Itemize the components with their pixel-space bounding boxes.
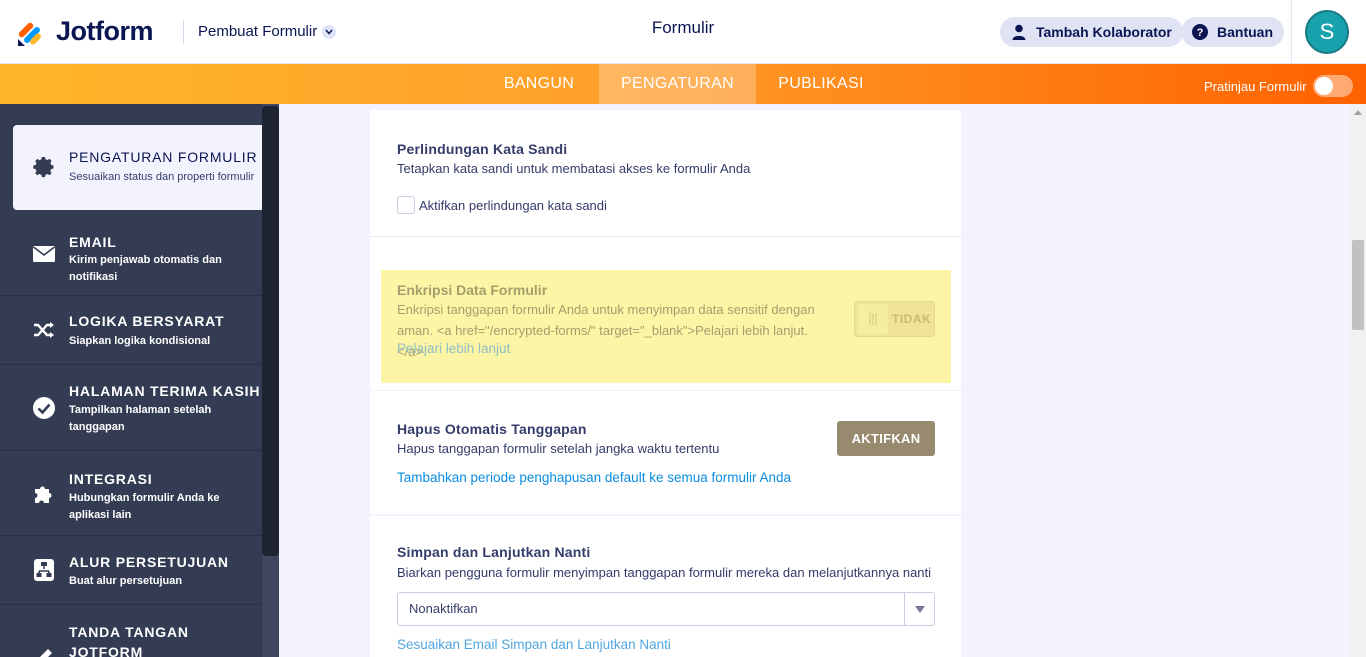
save-continue-title: Simpan dan Lanjutkan Nanti	[397, 544, 591, 560]
password-title: Perlindungan Kata Sandi	[397, 141, 568, 157]
page-scrollbar-thumb[interactable]	[1352, 240, 1364, 330]
sidebar-item-title: PENGATURAN FORMULIR	[69, 149, 258, 165]
customize-email-link[interactable]: Sesuaikan Email Simpan dan Lanjutkan Nan…	[397, 637, 671, 652]
jotform-logo[interactable]: Jotform	[16, 16, 154, 47]
select-value: Nonaktifkan	[409, 601, 478, 616]
sidebar-item-subtitle: Siapkan logika kondisional	[69, 335, 211, 347]
main-nav: BANGUN PENGATURAN PUBLIKASI Pratinjau Fo…	[0, 64, 1366, 104]
encryption-title: Enkripsi Data Formulir	[397, 282, 548, 298]
preview-form-control: Pratinjau Formulir	[1204, 75, 1353, 97]
encryption-toggle[interactable]: TIDAK	[854, 301, 935, 337]
toggle-grip-icon	[858, 304, 888, 334]
sidebar-item-title: ALUR PERSETUJUAN	[69, 554, 229, 570]
question-icon: ?	[1192, 24, 1208, 40]
avatar-area: S	[1291, 0, 1366, 64]
settings-sidebar: PENGATURAN FORMULIR Sesuaikan status dan…	[0, 104, 279, 657]
sidebar-item-title: TANDA TANGAN JOTFORM	[69, 624, 189, 657]
sidebar-item-title: EMAIL	[69, 234, 117, 250]
jotform-logo-icon	[16, 17, 46, 47]
svg-text:?: ?	[1197, 27, 1204, 39]
top-header: Jotform Pembuat Formulir Formulir Tambah…	[0, 0, 1366, 64]
tab-build[interactable]: BANGUN	[482, 64, 596, 104]
sidebar-item-email[interactable]: EMAIL Kirim penjawab otomatis dan notifi…	[0, 210, 262, 296]
puzzle-icon	[32, 482, 56, 506]
add-collaborator-label: Tambah Kolaborator	[1036, 24, 1172, 40]
sidebar-item-integrations[interactable]: INTEGRASI Hubungkan formulir Anda ke apl…	[0, 451, 262, 536]
autodelete-description: Hapus tanggapan formulir setelah jangka …	[397, 441, 720, 456]
save-continue-description: Biarkan pengguna formulir menyimpan tang…	[397, 565, 932, 580]
sidebar-item-title: INTEGRASI	[69, 471, 153, 487]
password-checkbox[interactable]	[397, 196, 415, 214]
save-continue-card: Simpan dan Lanjutkan Nanti Biarkan pengg…	[370, 516, 961, 657]
sidebar-item-jotform-sign[interactable]: TANDA TANGAN JOTFORM	[0, 605, 262, 657]
approval-flow-icon	[32, 558, 56, 582]
sidebar-scrollbar-thumb[interactable]	[262, 106, 279, 556]
help-label: Bantuan	[1217, 24, 1273, 40]
toggle-knob	[1314, 77, 1333, 95]
logo-text: Jotform	[56, 16, 154, 46]
autodelete-title: Hapus Otomatis Tanggapan	[397, 421, 587, 437]
sidebar-item-form-settings[interactable]: PENGATURAN FORMULIR Sesuaikan status dan…	[13, 125, 262, 210]
page-title[interactable]: Formulir	[652, 18, 714, 37]
builder-menu-dropdown[interactable]: Pembuat Formulir	[198, 23, 337, 40]
builder-menu-label: Pembuat Formulir	[198, 23, 318, 40]
enable-autodelete-button[interactable]: AKTIFKAN	[837, 421, 935, 456]
help-button[interactable]: ? Bantuan	[1181, 17, 1284, 47]
password-checkbox-row[interactable]: Aktifkan perlindungan kata sandi	[397, 196, 607, 214]
sidebar-item-conditional-logic[interactable]: LOGIKA BERSYARAT Siapkan logika kondisio…	[0, 296, 262, 365]
user-icon	[1011, 24, 1027, 40]
sidebar-item-title: LOGIKA BERSYARAT	[69, 313, 225, 329]
shuffle-icon	[32, 318, 56, 342]
sidebar-item-subtitle: Sesuaikan status dan properti formulir	[69, 171, 255, 183]
envelope-icon	[32, 242, 56, 266]
encryption-section: Enkripsi Data Formulir Enkripsi tanggapa…	[381, 270, 951, 383]
sidebar-item-thank-you-page[interactable]: HALAMAN TERIMA KASIH Tampilkan halaman s…	[0, 365, 262, 451]
sidebar-item-subtitle: Hubungkan formulir Anda ke aplikasi lain	[69, 492, 220, 521]
section-divider	[370, 236, 961, 237]
pen-icon	[32, 645, 56, 657]
sidebar-item-subtitle: Kirim penjawab otomatis dan notifikasi	[69, 254, 222, 283]
password-checkbox-label: Aktifkan perlindungan kata sandi	[419, 197, 607, 213]
caret-down-icon	[904, 593, 934, 625]
check-circle-icon	[32, 396, 56, 420]
sidebar-item-approval-flow[interactable]: ALUR PERSETUJUAN Buat alur persetujuan	[0, 536, 262, 605]
page-scrollbar-track[interactable]	[1350, 104, 1366, 657]
header-divider	[183, 20, 184, 44]
autodelete-default-link[interactable]: Tambahkan periode penghapusan default ke…	[397, 470, 791, 485]
password-description: Tetapkan kata sandi untuk membatasi akse…	[397, 161, 751, 176]
scroll-up-arrow-icon[interactable]	[1354, 110, 1362, 115]
autodelete-card: Hapus Otomatis Tanggapan Hapus tanggapan…	[370, 391, 961, 514]
gear-icon	[32, 155, 56, 179]
encryption-toggle-label: TIDAK	[892, 312, 932, 326]
tab-publish[interactable]: PUBLIKASI	[759, 64, 883, 104]
sidebar-item-subtitle: Tampilkan halaman setelah tanggapan	[69, 404, 212, 433]
learn-more-link[interactable]: Pelajari lebih lanjut	[397, 341, 510, 356]
chevron-down-icon	[322, 24, 337, 39]
preview-label: Pratinjau Formulir	[1204, 78, 1307, 94]
sidebar-item-subtitle: Buat alur persetujuan	[69, 575, 183, 587]
add-collaborator-button[interactable]: Tambah Kolaborator	[1000, 17, 1183, 47]
tab-settings[interactable]: PENGATURAN	[599, 64, 756, 104]
settings-content: Perlindungan Kata Sandi Tetapkan kata sa…	[279, 104, 1350, 657]
preview-toggle[interactable]	[1312, 75, 1353, 97]
avatar[interactable]: S	[1305, 10, 1349, 54]
password-encryption-card: Perlindungan Kata Sandi Tetapkan kata sa…	[370, 110, 961, 390]
save-continue-select[interactable]: Nonaktifkan	[397, 592, 935, 626]
sidebar-item-title: HALAMAN TERIMA KASIH	[69, 383, 261, 399]
